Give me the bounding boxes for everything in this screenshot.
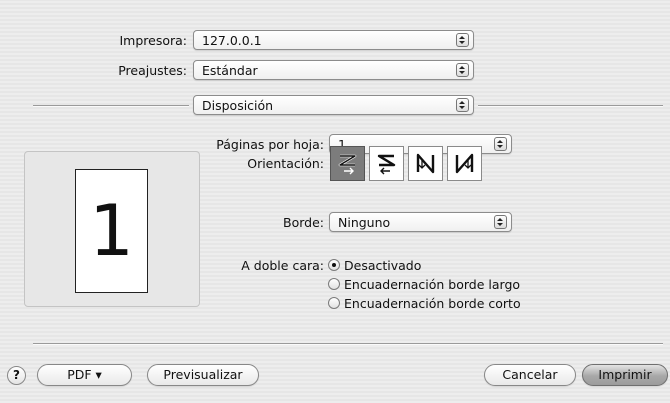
- orientation-reverse-z-pattern-icon[interactable]: [369, 146, 404, 181]
- radio-selected-icon[interactable]: [328, 259, 340, 271]
- two-sided-label: A doble cara:: [241, 258, 324, 273]
- border-popup[interactable]: Ninguno: [329, 212, 512, 232]
- presets-popup[interactable]: Estándar: [193, 60, 474, 80]
- pdf-menu-button[interactable]: PDF ▾: [37, 364, 132, 386]
- presets-value: Estándar: [202, 63, 258, 78]
- pane-value: Disposición: [202, 98, 274, 113]
- radio-icon[interactable]: [328, 278, 340, 290]
- radio-icon[interactable]: [328, 297, 340, 309]
- pane-popup[interactable]: Disposición: [193, 95, 474, 115]
- orientation-reverse-n-pattern-icon[interactable]: [447, 146, 482, 181]
- two-sided-option-label: Encuadernación borde largo: [344, 277, 521, 292]
- cancel-button[interactable]: Cancelar: [484, 364, 576, 386]
- presets-label: Preajustes:: [118, 63, 187, 78]
- help-button[interactable]: ?: [7, 366, 26, 385]
- popup-arrows-icon: [456, 63, 469, 77]
- printer-label: Impresora:: [119, 33, 187, 48]
- preview-page-number: 1: [89, 190, 134, 272]
- preview-page: 1: [75, 169, 148, 293]
- separator-right: [478, 105, 663, 106]
- footer-separator: [33, 343, 663, 344]
- popup-arrows-icon: [494, 137, 507, 151]
- border-value: Ninguno: [338, 215, 391, 230]
- border-label: Borde:: [283, 215, 324, 230]
- orientation-n-pattern-icon[interactable]: [408, 146, 443, 181]
- orientation-z-pattern-icon[interactable]: [330, 146, 365, 181]
- pages-per-sheet-label: Páginas por hoja:: [216, 137, 324, 152]
- separator-left: [33, 105, 189, 106]
- popup-arrows-icon: [456, 33, 469, 47]
- printer-popup[interactable]: 127.0.0.1: [193, 30, 474, 50]
- layout-preview: 1: [24, 151, 200, 307]
- two-sided-option-label: Desactivado: [344, 258, 422, 273]
- popup-arrows-icon: [494, 215, 507, 229]
- two-sided-option-label: Encuadernación borde corto: [344, 296, 521, 311]
- printer-value: 127.0.0.1: [202, 33, 262, 48]
- orientation-label: Orientación:: [247, 156, 324, 171]
- print-button[interactable]: Imprimir: [582, 364, 668, 386]
- preview-button[interactable]: Previsualizar: [147, 364, 259, 386]
- popup-arrows-icon: [456, 98, 469, 112]
